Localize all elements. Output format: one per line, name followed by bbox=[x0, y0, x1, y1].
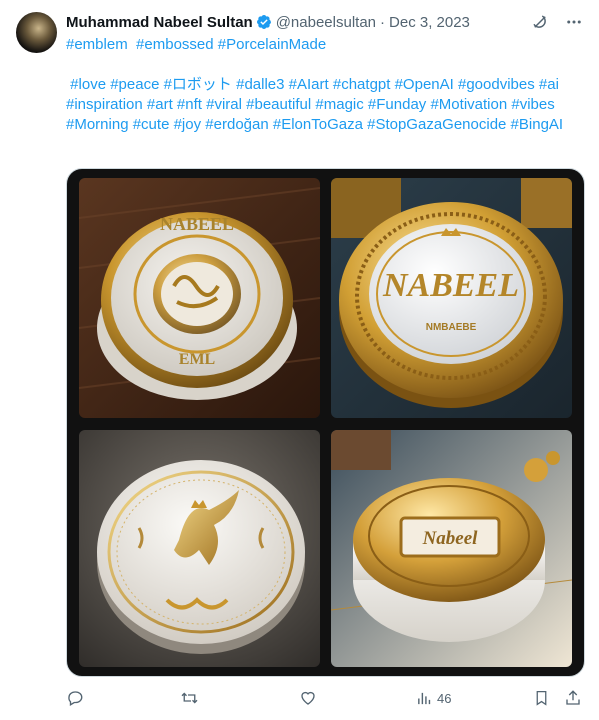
media-image-1[interactable]: NABEEL EML bbox=[79, 178, 320, 418]
like-button[interactable] bbox=[299, 689, 317, 707]
tweet-line-1: #emblem #embossed #PorcelainMade bbox=[66, 35, 586, 55]
more-icon[interactable] bbox=[565, 13, 583, 31]
hashtag[interactable]: #nft bbox=[177, 96, 202, 113]
hashtag[interactable]: #joy bbox=[174, 116, 202, 133]
hashtag[interactable]: #Morning bbox=[66, 116, 129, 133]
hashtag[interactable]: #Funday bbox=[368, 96, 426, 113]
views-button[interactable]: 46 bbox=[416, 690, 451, 707]
action-bar: 46 bbox=[66, 686, 583, 710]
share-icon bbox=[566, 690, 580, 705]
author-handle[interactable]: @nabeelsultan bbox=[276, 14, 376, 31]
img1-text-top: NABEEL bbox=[160, 214, 234, 234]
author-name[interactable]: Muhammad Nabeel Sultan bbox=[66, 14, 253, 31]
hashtag[interactable]: #dalle3 bbox=[236, 76, 284, 93]
share-button[interactable] bbox=[564, 689, 582, 707]
reply-icon bbox=[68, 691, 83, 706]
hashtag[interactable]: #viral bbox=[206, 96, 242, 113]
retweet-icon bbox=[181, 692, 198, 704]
media-image-2[interactable]: NABEEL NMBAEBE bbox=[331, 178, 572, 418]
hashtag[interactable]: #chatgpt bbox=[333, 76, 391, 93]
author-avatar[interactable] bbox=[16, 12, 57, 53]
hashtag[interactable]: #embossed bbox=[136, 36, 214, 53]
hashtag[interactable]: #goodvibes bbox=[458, 76, 535, 93]
img4-text: Nabeel bbox=[422, 528, 479, 549]
bookmark-icon bbox=[536, 690, 547, 706]
reply-button[interactable] bbox=[66, 689, 84, 707]
views-icon bbox=[418, 692, 431, 704]
like-icon bbox=[301, 691, 315, 705]
hashtag[interactable]: #emblem bbox=[66, 36, 128, 53]
media-image-3[interactable] bbox=[79, 430, 320, 667]
hashtag[interactable]: #ElonToGaza bbox=[273, 116, 363, 133]
hashtag[interactable]: #AIart bbox=[289, 76, 329, 93]
media-image-4[interactable]: Nabeel bbox=[331, 430, 572, 667]
tweet-text: #emblem #embossed #PorcelainMade #love #… bbox=[66, 35, 586, 135]
bookmark-button[interactable] bbox=[533, 689, 550, 707]
hashtag[interactable]: #ai bbox=[539, 76, 559, 93]
hashtag[interactable]: #peace bbox=[110, 76, 159, 93]
hashtag[interactable]: #BingAI bbox=[511, 116, 564, 133]
hashtag[interactable]: #Motivation bbox=[430, 96, 507, 113]
retweet-button[interactable] bbox=[180, 689, 199, 707]
hashtag[interactable]: #magic bbox=[315, 96, 363, 113]
hashtag[interactable]: #inspiration bbox=[66, 96, 143, 113]
hashtag[interactable]: #StopGazaGenocide bbox=[367, 116, 506, 133]
tweet-date[interactable]: Dec 3, 2023 bbox=[389, 14, 470, 31]
img2-text-small: NMBAEBE bbox=[426, 322, 477, 333]
grok-icon[interactable] bbox=[531, 13, 549, 31]
hashtag[interactable]: #cute bbox=[133, 116, 170, 133]
hashtag[interactable]: #beautiful bbox=[246, 96, 311, 113]
hashtag[interactable]: #PorcelainMade bbox=[218, 36, 326, 53]
img2-text-main: NABEEL bbox=[382, 267, 519, 304]
hashtag[interactable]: #OpenAI bbox=[395, 76, 454, 93]
hashtag[interactable]: #erdoğan bbox=[205, 116, 268, 133]
tweet-hashtags: #love #peace #ロボット #dalle3 #AIart #chatg… bbox=[66, 75, 586, 135]
hashtag[interactable]: #art bbox=[147, 96, 173, 113]
hashtag[interactable]: #ロボット bbox=[164, 76, 232, 93]
views-count: 46 bbox=[437, 690, 452, 706]
img1-text-bottom: EML bbox=[179, 351, 215, 368]
separator-dot: · bbox=[380, 13, 386, 31]
tweet-header: Muhammad Nabeel Sultan @nabeelsultan · D… bbox=[66, 11, 583, 33]
verified-badge-icon bbox=[256, 15, 271, 29]
media-grid: NABEEL EML NABEEL NMBAEBE Nabeel bbox=[66, 168, 585, 677]
hashtag[interactable]: #vibes bbox=[511, 96, 554, 113]
hashtag[interactable]: #love bbox=[70, 76, 106, 93]
